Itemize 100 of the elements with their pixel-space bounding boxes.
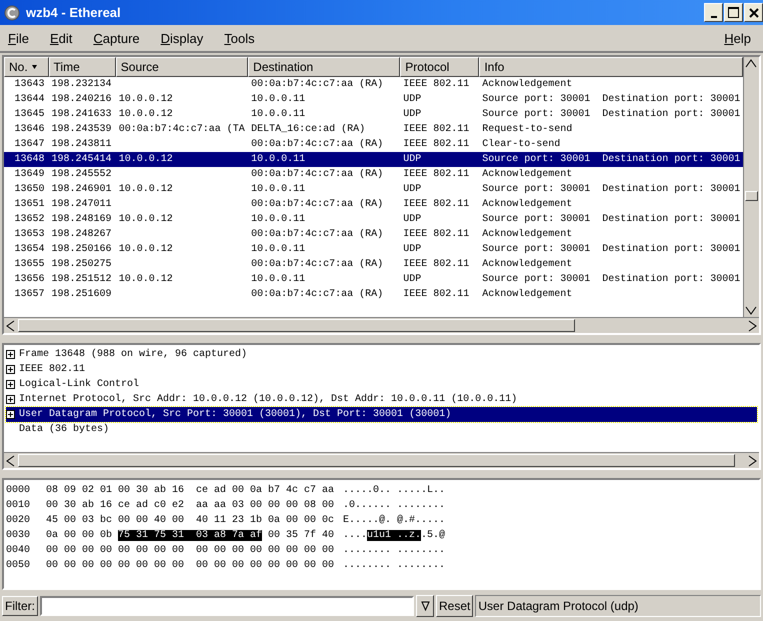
table-cell: 13655 [14,259,44,270]
packet-row[interactable]: 13655 198.250275 00:0a:b7:4c:c7:aa (RA) IEEE 802.11 Acknowledgement [4,257,743,272]
scrollbar-thumb[interactable] [745,191,758,201]
table-cell: 13657 [14,289,44,300]
menu-item[interactable]: File [6,30,31,46]
column-header[interactable]: Destination [248,57,400,77]
table-cell: IEEE 802.11 [403,259,470,270]
table-cell: DELTA_16:ce:ad (RA) [251,124,366,135]
tree-item[interactable]: Internet Protocol, Src Addr: 10.0.0.12 (10.0.0.12), Dst Addr: 10.0.0.11 (10.0.0.11) [6,392,757,407]
packet-row[interactable]: 13657 198.251609 00:0a:b7:4c:c7:aa (RA) IEEE 802.11 Acknowledgement [4,287,743,302]
packet-row[interactable]: 13656 198.251512 10.0.0.12 10.0.0.11 UDP Source port: 30001 Destination port: 30001 [4,272,743,287]
scrollbar-thumb[interactable] [18,319,575,332]
ascii-text: .0...... ........ [343,500,446,511]
menu-item[interactable]: Tools [222,30,257,46]
table-cell: UDP [403,274,422,285]
table-cell: 198.247011 [52,199,112,210]
expand-icon[interactable] [6,410,15,419]
table-cell: Clear-to-send [482,139,560,150]
ascii-text: .... [343,530,368,541]
table-cell: Acknowledgement [482,199,572,210]
tree-item[interactable]: User Datagram Protocol, Src Port: 30001 (30001), Dst Port: 30001 (30001) [6,407,757,422]
app-icon [4,4,20,20]
packet-row[interactable]: 13648 198.245414 10.0.0.12 10.0.0.11 UDP Source port: 30001 Destination port: 30001 [4,152,743,167]
table-cell: 00:0a:b7:4c:c7:aa (RA) [251,259,384,270]
packet-row[interactable]: 13650 198.246901 10.0.0.12 10.0.0.11 UDP Source port: 30001 Destination port: 30001 [4,182,743,197]
dropdown-button[interactable] [416,595,434,617]
table-cell: 00:0a:b7:4c:c7:aa (RA) [251,169,384,180]
packet-row[interactable]: 13643 198.232134 00:0a:b7:4c:c7:aa (RA) IEEE 802.11 Acknowledgement [4,77,743,92]
hex-offset: 0030 [6,530,32,541]
table-cell: 10.0.0.11 [251,244,306,255]
menu-item[interactable]: Help [722,30,753,46]
hex-offset: 0000 [6,485,32,496]
reset-button[interactable]: Reset [436,595,474,617]
packet-row[interactable]: 13647 198.243811 00:0a:b7:4c:c7:aa (RA) IEEE 802.11 Clear-to-send [4,137,743,152]
menu-item[interactable]: Capture [91,30,142,46]
vertical-scrollbar[interactable] [743,57,759,317]
packet-row[interactable]: 13645 198.241633 10.0.0.12 10.0.0.11 UDP Source port: 30001 Destination port: 30001 [4,107,743,122]
scrollbar-thumb[interactable] [18,454,735,467]
table-cell: Source port: 30001 Destination port: 30001 [482,109,740,120]
table-cell: UDP [403,109,422,120]
tree-item[interactable]: Logical-Link Control [6,377,757,392]
menu-item[interactable]: Edit [48,30,74,46]
column-header[interactable]: Time [48,57,116,77]
table-cell: 13649 [14,169,44,180]
table-cell: Source port: 30001 Destination port: 30001 [482,214,740,225]
table-cell: 10.0.0.11 [251,214,306,225]
tree-item[interactable]: Frame 13648 (988 on wire, 96 captured) [6,347,757,362]
table-cell: IEEE 802.11 [403,229,470,240]
table-cell: Acknowledgement [482,289,572,300]
close-button[interactable] [744,3,763,22]
caret-icon [420,600,430,612]
packet-row[interactable]: 13653 198.248267 00:0a:b7:4c:c7:aa (RA) IEEE 802.11 Acknowledgement [4,227,743,242]
table-cell: 10.0.0.11 [251,94,306,105]
table-cell: 198.241633 [52,109,112,120]
table-cell: IEEE 802.11 [403,124,470,135]
column-header[interactable]: Source [116,57,248,77]
column-header[interactable]: Protocol [400,57,480,77]
packet-row[interactable]: 13646 198.243539 00:0a:b7:4c:c7:aa (TA DELTA_16:ce:ad (RA) IEEE 802.11 Request-to-send [4,122,743,137]
column-header[interactable]: Info [479,57,743,77]
table-cell: 198.250166 [52,244,112,255]
minimize-button[interactable] [704,3,723,22]
table-cell: 198.240216 [52,94,112,105]
hex-bytes: 00 30 ab 16 ce ad c0 e2 aa aa 03 00 00 00 08 00 [46,500,334,511]
table-cell: 198.248267 [52,229,112,240]
ascii-text: u1u1 ..z. [367,530,422,541]
table-cell: 00:0a:b7:4c:c7:aa (TA [118,124,245,135]
table-cell: 13650 [14,184,44,195]
ascii-text: .....0.. .....L.. [343,485,446,496]
packet-row[interactable]: 13649 198.245552 00:0a:b7:4c:c7:aa (RA) IEEE 802.11 Acknowledgement [4,167,743,182]
column-header[interactable]: No. [4,57,49,77]
filter-button[interactable]: Filter: [2,596,38,616]
packet-row[interactable]: 13651 198.247011 00:0a:b7:4c:c7:aa (RA) IEEE 802.11 Acknowledgement [4,197,743,212]
expand-icon[interactable] [6,350,15,359]
table-cell: Source port: 30001 Destination port: 30001 [482,154,740,165]
filter-field[interactable] [40,596,414,616]
hex-offset: 0050 [6,560,32,571]
table-cell: 13648 [14,154,44,165]
packet-row[interactable]: 13652 198.248169 10.0.0.12 10.0.0.11 UDP Source port: 30001 Destination port: 30001 [4,212,743,227]
horizontal-scrollbar[interactable] [4,452,759,468]
table-cell: 13653 [14,229,44,240]
packet-row[interactable]: 13654 198.250166 10.0.0.12 10.0.0.11 UDP Source port: 30001 Destination port: 30001 [4,242,743,257]
expand-icon[interactable] [6,395,15,404]
hex-bytes: 45 00 03 bc 00 00 40 00 40 11 23 1b 0a 00 00 0c [46,515,334,526]
table-cell: 13645 [14,109,44,120]
table-cell: IEEE 802.11 [403,169,470,180]
packet-row[interactable]: 13644 198.240216 10.0.0.12 10.0.0.11 UDP Source port: 30001 Destination port: 30001 [4,92,743,107]
tree-item[interactable]: Data (36 bytes) [6,422,757,437]
expand-icon[interactable] [6,365,15,374]
menu-item[interactable]: Display [158,30,206,46]
horizontal-scrollbar[interactable] [4,317,759,333]
expand-icon[interactable] [6,380,15,389]
table-cell: 198.245414 [52,154,112,165]
table-cell: 13647 [14,139,44,150]
table-cell: Acknowledgement [482,79,572,90]
tree-item[interactable]: IEEE 802.11 [6,362,757,377]
table-cell: Acknowledgement [482,169,572,180]
table-cell: IEEE 802.11 [403,79,470,90]
maximize-button[interactable] [724,3,743,22]
table-cell: 198.245552 [52,169,112,180]
hex-offset: 0010 [6,500,32,511]
